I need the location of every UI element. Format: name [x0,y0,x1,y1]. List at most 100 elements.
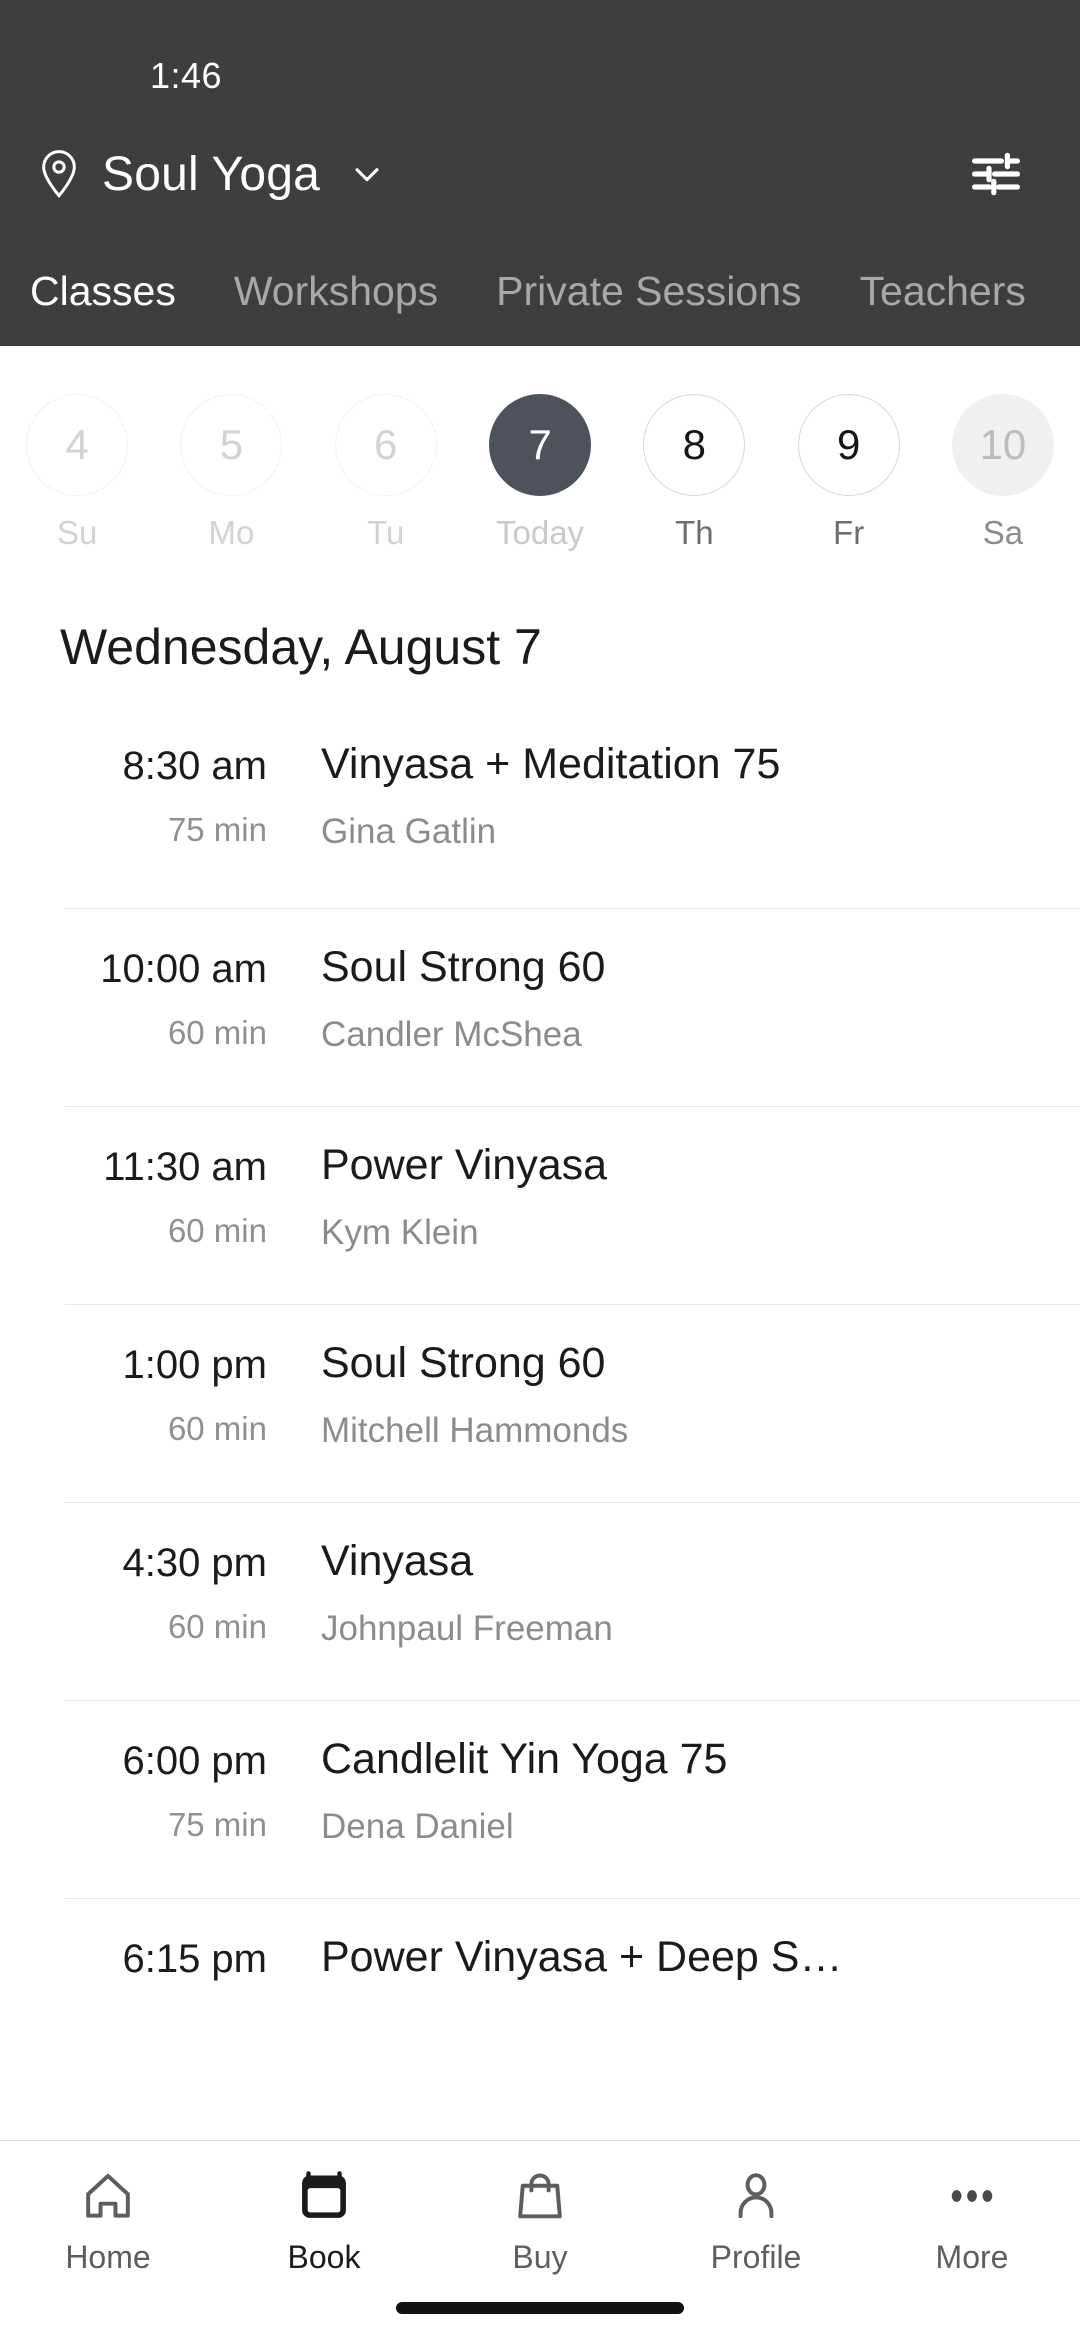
class-teacher: Dena Daniel [321,1806,514,1846]
nav-item-more[interactable]: More [864,2167,1080,2276]
nav-label: Profile [710,2239,802,2275]
date-label: Su [56,514,98,551]
location-pin-icon [38,149,80,199]
class-name: Candlelit Yin Yoga 75 [321,1735,728,1783]
class-name: Soul Strong 60 [321,1339,606,1387]
date-cell-8[interactable]: 8 Th [617,394,771,552]
filter-button[interactable] [960,138,1032,210]
date-label: Mo [208,514,255,551]
date-circle-selected[interactable]: 7 [489,394,592,496]
class-info-column: Vinyasa + Meditation 75 Gina Gatlin [281,736,1040,852]
class-time-column: 8:30 am 75 min [65,736,281,849]
tab-private-sessions[interactable]: Private Sessions [496,268,801,315]
date-cell-4[interactable]: 4 Su [0,394,154,552]
status-bar: 1:46 [0,40,1080,112]
chevron-down-icon [350,157,384,191]
date-label: Tu [367,514,405,551]
class-time-column: 10:00 am 60 min [65,939,281,1052]
date-cell-6[interactable]: 6 Tu [309,394,463,552]
tab-workshops[interactable]: Workshops [234,268,438,315]
class-duration: 60 min [167,1410,267,1447]
class-time: 1:00 pm [122,1343,267,1387]
class-name: Vinyasa + Meditation 75 [321,740,781,788]
class-info-column: Power Vinyasa + Deep S… [281,1929,1040,2005]
class-info-column: Candlelit Yin Yoga 75 Dena Daniel [281,1731,1040,1847]
person-icon [727,2167,785,2225]
date-circle[interactable]: 9 [797,394,900,496]
date-strip[interactable]: 4 Su 5 Mo 6 Tu 7 Today 8 Th 9 Fr 10 Sa [0,346,1080,576]
class-row[interactable]: 8:30 am 75 min Vinyasa + Meditation 75 G… [65,710,1080,908]
class-row[interactable]: 10:00 am 60 min Soul Strong 60 Candler M… [65,908,1080,1106]
date-label: Fr [833,514,865,551]
calendar-icon [295,2167,353,2225]
home-indicator[interactable] [396,2302,684,2314]
class-time-column: 4:30 pm 60 min [65,1533,281,1646]
date-label: Th [675,514,714,551]
class-duration: 60 min [167,1014,267,1051]
class-name: Power Vinyasa [321,1141,608,1189]
nav-label: More [935,2239,1009,2275]
filter-sliders-icon [968,150,1024,198]
class-time-column: 6:00 pm 75 min [65,1731,281,1844]
class-time: 6:15 pm [122,1937,267,1981]
date-cell-9[interactable]: 9 Fr [771,394,925,552]
class-row[interactable]: 6:15 pm Power Vinyasa + Deep S… [65,1898,1080,2096]
bottom-navigation[interactable]: Home Book Buy Profile More [0,2140,1080,2340]
class-info-column: Soul Strong 60 Mitchell Hammonds [281,1335,1040,1451]
date-cell-7-today[interactable]: 7 Today [463,394,617,552]
nav-item-profile[interactable]: Profile [648,2167,864,2276]
class-list[interactable]: 8:30 am 75 min Vinyasa + Meditation 75 G… [0,710,1080,2140]
date-circle[interactable]: 10 [951,394,1054,496]
class-info-column: Soul Strong 60 Candler McShea [281,939,1040,1055]
date-cell-10[interactable]: 10 Sa [926,394,1080,552]
date-label: Sa [982,514,1024,551]
status-clock: 1:46 [150,55,223,96]
tab-classes[interactable]: Classes [30,268,176,315]
class-time: 8:30 am [122,744,267,788]
class-time-column: 6:15 pm [65,1929,281,2004]
location-selector[interactable]: Soul Yoga [38,147,960,202]
class-name: Power Vinyasa + Deep S… [321,1933,843,1981]
date-circle[interactable]: 5 [180,394,283,496]
class-teacher: Kym Klein [321,1212,479,1252]
nav-item-buy[interactable]: Buy [432,2167,648,2276]
class-duration: 75 min [167,1806,267,1843]
nav-item-book[interactable]: Book [216,2167,432,2276]
class-teacher: Candler McShea [321,1014,582,1054]
nav-label: Book [287,2239,361,2275]
home-icon [79,2167,137,2225]
app-screen: 1:46 Soul Yoga Classes Workshops Private… [0,0,1080,2340]
class-row[interactable]: 1:00 pm 60 min Soul Strong 60 Mitchell H… [65,1304,1080,1502]
class-teacher: Gina Gatlin [321,811,497,851]
class-row[interactable]: 4:30 pm 60 min Vinyasa Johnpaul Freeman [65,1502,1080,1700]
class-time-column: 1:00 pm 60 min [65,1335,281,1448]
nav-label: Buy [512,2239,568,2275]
nav-item-home[interactable]: Home [0,2167,216,2276]
location-name: Soul Yoga [102,147,321,201]
more-dots-icon [943,2167,1001,2225]
class-name: Soul Strong 60 [321,943,606,991]
date-circle[interactable]: 8 [643,394,746,496]
class-teacher: Johnpaul Freeman [321,1608,613,1648]
class-time: 10:00 am [100,947,267,991]
class-row[interactable]: 11:30 am 60 min Power Vinyasa Kym Klein [65,1106,1080,1304]
class-name: Vinyasa [321,1537,474,1585]
date-circle[interactable]: 4 [26,394,129,496]
class-time-column: 11:30 am 60 min [65,1137,281,1250]
class-teacher: Mitchell Hammonds [321,1410,629,1450]
class-duration: 60 min [167,1212,267,1249]
app-header: 1:46 Soul Yoga Classes Workshops Private… [0,0,1080,346]
tab-teachers[interactable]: Teachers [860,268,1026,315]
class-time: 11:30 am [103,1145,267,1189]
class-row[interactable]: 6:00 pm 75 min Candlelit Yin Yoga 75 Den… [65,1700,1080,1898]
date-circle[interactable]: 6 [334,394,437,496]
class-time: 6:00 pm [122,1739,267,1783]
title-bar: Soul Yoga [0,112,1080,236]
class-duration: 75 min [167,811,267,848]
date-label: Today [496,514,585,551]
nav-label: Home [65,2239,151,2275]
class-info-column: Vinyasa Johnpaul Freeman [281,1533,1040,1649]
class-duration: 60 min [167,1608,267,1645]
section-tabs[interactable]: Classes Workshops Private Sessions Teach… [0,236,1080,346]
date-cell-5[interactable]: 5 Mo [154,394,308,552]
